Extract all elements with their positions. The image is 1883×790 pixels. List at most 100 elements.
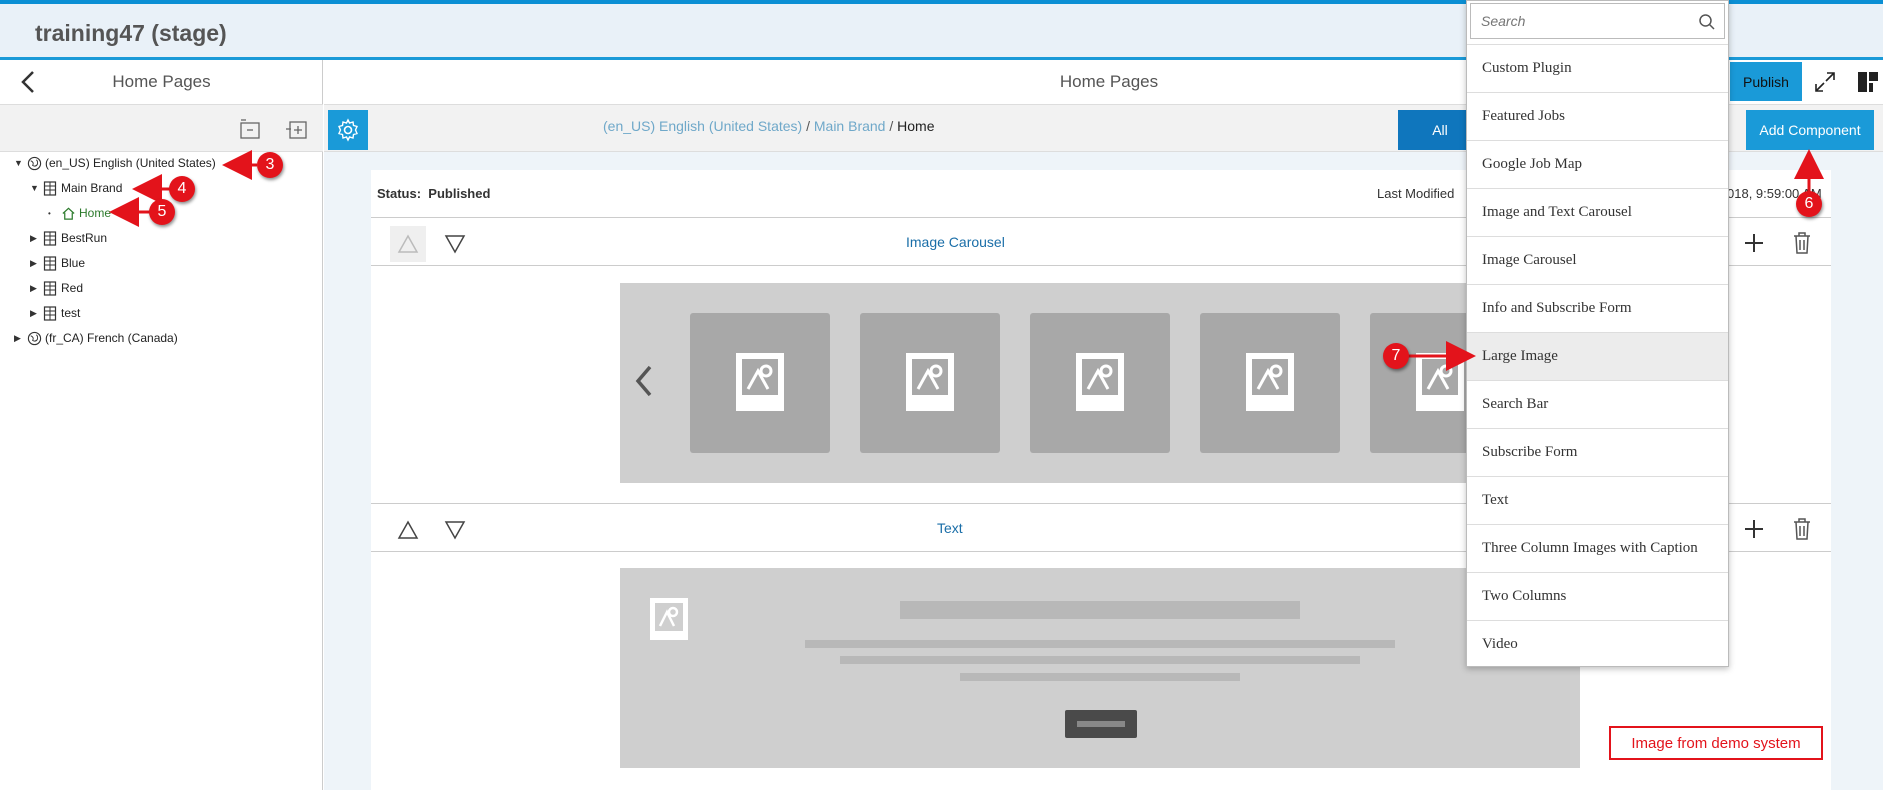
- image-placeholder-icon: [736, 353, 784, 411]
- publish-button[interactable]: Publish: [1730, 62, 1802, 101]
- tree-node-home[interactable]: • Home: [48, 203, 111, 223]
- text-line-placeholder: [805, 640, 1395, 648]
- triangle-down-icon: [444, 521, 466, 540]
- collapsed-caret-icon[interactable]: ▶: [14, 333, 24, 344]
- text-component-preview: [620, 568, 1580, 768]
- tree-node-label: BestRun: [61, 231, 108, 245]
- tree-node-test[interactable]: ▶ test: [30, 303, 80, 323]
- component-title[interactable]: Text: [937, 520, 963, 536]
- annotation-marker: 5: [149, 199, 175, 225]
- globe-icon: [26, 330, 42, 346]
- settings-button[interactable]: [328, 110, 368, 150]
- collapsed-caret-icon[interactable]: ▶: [30, 283, 40, 294]
- menu-item[interactable]: Image Carousel: [1467, 236, 1728, 284]
- tree-node-label: Red: [61, 281, 84, 295]
- fullscreen-icon[interactable]: [1813, 70, 1837, 94]
- breadcrumb-current: Home: [897, 118, 935, 134]
- menu-item[interactable]: Custom Plugin: [1467, 44, 1728, 92]
- tree-node-label: Main Brand: [61, 181, 123, 195]
- move-down-button[interactable]: [437, 512, 473, 548]
- left-pane-title: Home Pages: [112, 72, 211, 91]
- carousel-tile: [1200, 313, 1340, 453]
- add-page-icon[interactable]: [285, 117, 309, 141]
- tree-node-fr-ca[interactable]: ▶ (fr_CA) French (Canada): [14, 328, 178, 348]
- tree-node-blue[interactable]: ▶ Blue: [30, 253, 85, 273]
- menu-item[interactable]: Text: [1467, 476, 1728, 524]
- component-title[interactable]: Image Carousel: [906, 234, 1005, 250]
- app-title: training47 (stage): [35, 20, 227, 46]
- carousel-tile: [1030, 313, 1170, 453]
- tree-node-bestrun[interactable]: ▶ BestRun: [30, 228, 107, 248]
- image-placeholder-icon: [650, 598, 688, 640]
- text-line-placeholder: [840, 656, 1360, 664]
- annotation-marker: 6: [1796, 191, 1822, 217]
- trash-icon[interactable]: [1789, 516, 1815, 542]
- left-toolbar: [0, 105, 323, 152]
- tree-node-red[interactable]: ▶ Red: [30, 278, 83, 298]
- menu-search: [1470, 3, 1725, 39]
- trash-icon[interactable]: [1789, 230, 1815, 256]
- status-value: Published: [428, 186, 491, 201]
- plus-icon[interactable]: [1741, 516, 1767, 542]
- last-modified-label: Last Modified: [1377, 186, 1455, 201]
- tree-node-label: test: [61, 306, 81, 320]
- tree-node-en-us[interactable]: ▼ (en_US) English (United States): [14, 153, 216, 173]
- triangle-up-icon: [397, 520, 419, 539]
- search-input[interactable]: [1471, 4, 1691, 38]
- triangle-up-icon: [397, 234, 419, 253]
- tree-node-label: Blue: [61, 256, 86, 270]
- building-icon: [42, 280, 58, 296]
- menu-item[interactable]: Image and Text Carousel: [1467, 188, 1728, 236]
- chevron-left-icon[interactable]: [634, 363, 654, 404]
- search-icon[interactable]: [1698, 13, 1716, 31]
- image-placeholder-icon: [1416, 353, 1464, 411]
- annotation-marker: 3: [257, 152, 283, 178]
- menu-item[interactable]: Search Bar: [1467, 380, 1728, 428]
- heading-placeholder: [900, 601, 1300, 619]
- collapsed-caret-icon[interactable]: ▶: [30, 308, 40, 319]
- carousel-tile: [690, 313, 830, 453]
- menu-item[interactable]: Featured Jobs: [1467, 92, 1728, 140]
- carousel-tile: [860, 313, 1000, 453]
- breadcrumb-locale[interactable]: (en_US) English (United States): [603, 118, 802, 134]
- menu-item[interactable]: Google Job Map: [1467, 140, 1728, 188]
- collapsed-caret-icon[interactable]: ▶: [30, 258, 40, 269]
- home-icon: [60, 205, 76, 221]
- tree-node-label: (fr_CA) French (Canada): [45, 331, 178, 345]
- building-icon: [42, 305, 58, 321]
- menu-item[interactable]: Subscribe Form: [1467, 428, 1728, 476]
- menu-item[interactable]: Video: [1467, 620, 1728, 668]
- menu-item[interactable]: Two Columns: [1467, 572, 1728, 620]
- move-up-button[interactable]: [390, 226, 426, 262]
- collapse-all-icon[interactable]: [238, 117, 262, 141]
- move-up-button[interactable]: [390, 512, 426, 548]
- collapsed-caret-icon[interactable]: ▶: [30, 233, 40, 244]
- image-placeholder-icon: [906, 353, 954, 411]
- tree-node-label: Home: [79, 206, 112, 220]
- menu-item[interactable]: Three Column Images with Caption: [1467, 524, 1728, 572]
- text-line-placeholder: [960, 673, 1240, 681]
- building-icon: [42, 255, 58, 271]
- plus-icon[interactable]: [1741, 230, 1767, 256]
- button-placeholder: [1065, 710, 1137, 738]
- expanded-caret-icon[interactable]: ▼: [14, 158, 24, 168]
- breadcrumb-brand[interactable]: Main Brand: [814, 118, 886, 134]
- image-placeholder-icon: [1246, 353, 1294, 411]
- expanded-caret-icon[interactable]: ▼: [30, 183, 40, 193]
- gear-icon: [338, 118, 358, 142]
- menu-item[interactable]: Info and Subscribe Form: [1467, 284, 1728, 332]
- move-down-button[interactable]: [437, 226, 473, 262]
- add-component-menu: Custom Plugin Featured Jobs Google Job M…: [1466, 0, 1729, 667]
- building-icon: [42, 230, 58, 246]
- image-placeholder-icon: [1076, 353, 1124, 411]
- tree-node-label: (en_US) English (United States): [45, 156, 216, 170]
- layout-icon[interactable]: [1857, 71, 1879, 93]
- tree-node-main-brand[interactable]: ▼ Main Brand: [30, 178, 122, 198]
- add-component-button[interactable]: Add Component: [1746, 110, 1874, 150]
- building-icon: [42, 180, 58, 196]
- image-carousel-preview: [620, 283, 1520, 483]
- menu-item-highlighted[interactable]: Large Image: [1467, 332, 1728, 380]
- annotation-marker: 7: [1383, 343, 1409, 369]
- page-status: Status: Published: [377, 186, 491, 201]
- breadcrumb: (en_US) English (United States) / Main B…: [603, 118, 935, 134]
